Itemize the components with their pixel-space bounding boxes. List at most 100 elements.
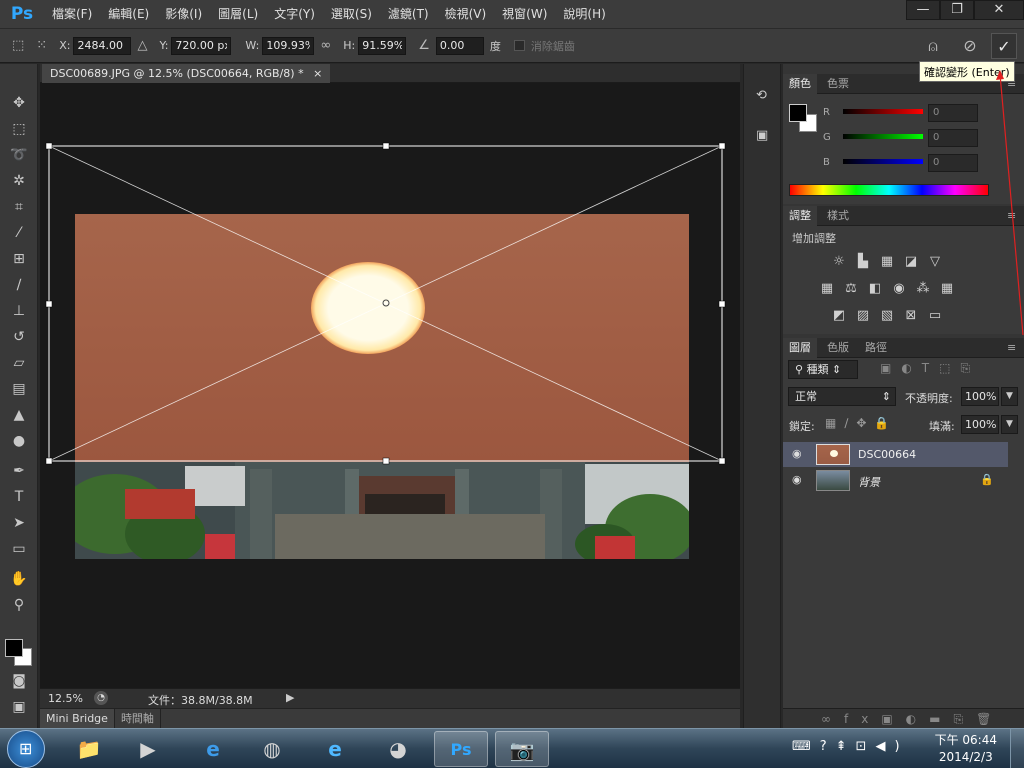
color-app-taskbar-icon[interactable]: ◍	[245, 731, 299, 767]
move-tool-icon[interactable]: ✥	[8, 92, 30, 114]
menu-file[interactable]: 檔案(F)	[44, 0, 100, 28]
zoom-tool-icon[interactable]: ⚲	[8, 594, 30, 616]
cancel-transform-icon[interactable]: ⊘	[957, 33, 983, 59]
warp-mode-icon[interactable]: ⍝	[920, 33, 946, 59]
properties-panel-icon[interactable]: ▣	[756, 128, 768, 143]
commit-transform-button[interactable]: ✓	[991, 33, 1017, 59]
selective-color-icon[interactable]: ⊠	[902, 307, 920, 325]
reference-point-icon[interactable]: ⁙	[36, 38, 47, 53]
menu-image[interactable]: 影像(I)	[157, 0, 210, 28]
path-selection-icon[interactable]: ➤	[8, 512, 30, 534]
photo-filter-icon[interactable]: ◉	[890, 280, 908, 298]
opacity-dropdown-icon[interactable]: ▼	[1001, 387, 1018, 406]
tab-swatches[interactable]: 色票	[821, 74, 855, 94]
healing-brush-icon[interactable]: ⊞	[8, 248, 30, 270]
document-tab[interactable]: DSC00689.JPG @ 12.5% (DSC00664, RGB/8) *…	[42, 64, 331, 83]
transform-tool-icon[interactable]: ⬚	[12, 38, 24, 53]
layer-filter-dropdown[interactable]: ⚲ 種類 ⇕	[788, 360, 858, 379]
camera-taskbar-icon[interactable]: 📷	[495, 731, 549, 767]
exposure-icon[interactable]: ◪	[902, 253, 920, 271]
visibility-eye-icon[interactable]: ◉	[792, 473, 802, 486]
minimize-button[interactable]: —	[906, 0, 940, 20]
layer-filter-icons[interactable]: ▣◐T⬚⎘	[880, 361, 980, 376]
show-desktop-button[interactable]	[1010, 729, 1024, 768]
tab-styles[interactable]: 樣式	[821, 206, 855, 226]
clone-stamp-icon[interactable]: ⊥	[8, 300, 30, 322]
crop-tool-icon[interactable]: ⌗	[8, 196, 30, 218]
layer-row-dsc00664[interactable]: ◉ DSC00664	[783, 442, 1008, 467]
fill-input[interactable]: 100%	[961, 415, 999, 434]
zoom-level[interactable]: 12.5%	[48, 692, 83, 705]
red-slider[interactable]: R 0	[823, 104, 1023, 124]
system-tray-icons[interactable]: ⌨?⇞⊡◀)	[792, 739, 909, 754]
menu-view[interactable]: 檢視(V)	[437, 0, 495, 28]
layer-name[interactable]: DSC00664	[858, 448, 916, 461]
antialias-checkbox[interactable]	[513, 40, 525, 51]
dodge-tool-icon[interactable]: ●	[8, 430, 30, 452]
red-value-input[interactable]: 0	[928, 104, 978, 122]
type-tool-icon[interactable]: T	[8, 486, 30, 508]
black-white-icon[interactable]: ◧	[866, 280, 884, 298]
lock-icons[interactable]: ▦∕✥🔒	[825, 416, 897, 430]
threshold-icon[interactable]: ▧	[878, 307, 896, 325]
lasso-tool-icon[interactable]: ➰	[8, 144, 30, 166]
color-balance-icon[interactable]: ⚖	[842, 280, 860, 298]
y-input[interactable]	[171, 36, 232, 55]
pen-tool-icon[interactable]: ✒	[8, 460, 30, 482]
vibrance-icon[interactable]: ▽	[926, 253, 944, 271]
fill-dropdown-icon[interactable]: ▼	[1001, 415, 1018, 434]
gradient-map-icon[interactable]: ▭	[926, 307, 944, 325]
rectangle-tool-icon[interactable]: ▭	[8, 538, 30, 560]
tab-layers[interactable]: 圖層	[783, 338, 817, 358]
screen-mode-icon[interactable]: ▣	[8, 696, 30, 718]
hue-saturation-icon[interactable]: ▦	[818, 280, 836, 298]
menu-window[interactable]: 視窗(W)	[494, 0, 555, 28]
relative-position-icon[interactable]: △	[137, 38, 147, 53]
photoshop-taskbar-icon[interactable]: Ps	[434, 731, 488, 767]
visibility-eye-icon[interactable]: ◉	[792, 447, 802, 460]
width-input[interactable]	[262, 36, 315, 55]
menu-type[interactable]: 文字(Y)	[266, 0, 323, 28]
marquee-tool-icon[interactable]: ⬚	[8, 118, 30, 140]
height-input[interactable]	[358, 36, 407, 55]
layer-name[interactable]: 背景	[858, 474, 880, 490]
brush-tool-icon[interactable]: ∕	[8, 274, 30, 296]
tab-mini-bridge[interactable]: Mini Bridge	[40, 709, 115, 728]
foreground-color-swatch[interactable]	[5, 639, 23, 657]
chrome-taskbar-icon[interactable]: ◕	[371, 731, 425, 767]
menu-help[interactable]: 說明(H)	[555, 0, 613, 28]
explorer-taskbar-icon[interactable]: 📁	[62, 731, 116, 767]
hand-tool-icon[interactable]: ✋	[8, 568, 30, 590]
status-menu-arrow-icon[interactable]: ▶	[286, 691, 294, 704]
eraser-icon[interactable]: ▱	[8, 352, 30, 374]
blue-value-input[interactable]: 0	[928, 154, 978, 172]
green-value-input[interactable]: 0	[928, 129, 978, 147]
color-lookup-icon[interactable]: ▦	[938, 280, 956, 298]
curves-icon[interactable]: ▦	[878, 253, 896, 271]
blue-gradient[interactable]	[843, 159, 923, 164]
menu-layer[interactable]: 圖層(L)	[210, 0, 266, 28]
transform-bounding-box[interactable]	[40, 83, 740, 688]
angle-input[interactable]	[435, 36, 484, 55]
taskbar-clock[interactable]: 下午 06:44 2014/2/3	[935, 732, 997, 766]
green-gradient[interactable]	[843, 134, 923, 139]
magic-wand-icon[interactable]: ✲	[8, 170, 30, 192]
color-spectrum[interactable]	[789, 184, 989, 196]
panel-menu-icon[interactable]: ≡	[1001, 338, 1022, 358]
invert-icon[interactable]: ◩	[830, 307, 848, 325]
eyedropper-icon[interactable]: ⁄	[8, 222, 30, 244]
restore-button[interactable]: ❐	[940, 0, 974, 20]
menu-edit[interactable]: 編輯(E)	[100, 0, 157, 28]
color-fg-swatch[interactable]	[789, 104, 807, 122]
levels-icon[interactable]: ▙	[854, 253, 872, 271]
tab-channels[interactable]: 色版	[821, 338, 855, 358]
history-panel-icon[interactable]: ⟲	[756, 88, 767, 103]
ie-taskbar-icon[interactable]: e	[186, 731, 240, 767]
start-button[interactable]: ⊞	[7, 730, 45, 768]
x-input[interactable]	[73, 36, 132, 55]
status-info-icon[interactable]: ◔	[94, 691, 108, 705]
menu-select[interactable]: 選取(S)	[323, 0, 380, 28]
close-button[interactable]: ✕	[974, 0, 1024, 20]
gradient-icon[interactable]: ▤	[8, 378, 30, 400]
quick-mask-icon[interactable]: ◙	[8, 670, 30, 692]
